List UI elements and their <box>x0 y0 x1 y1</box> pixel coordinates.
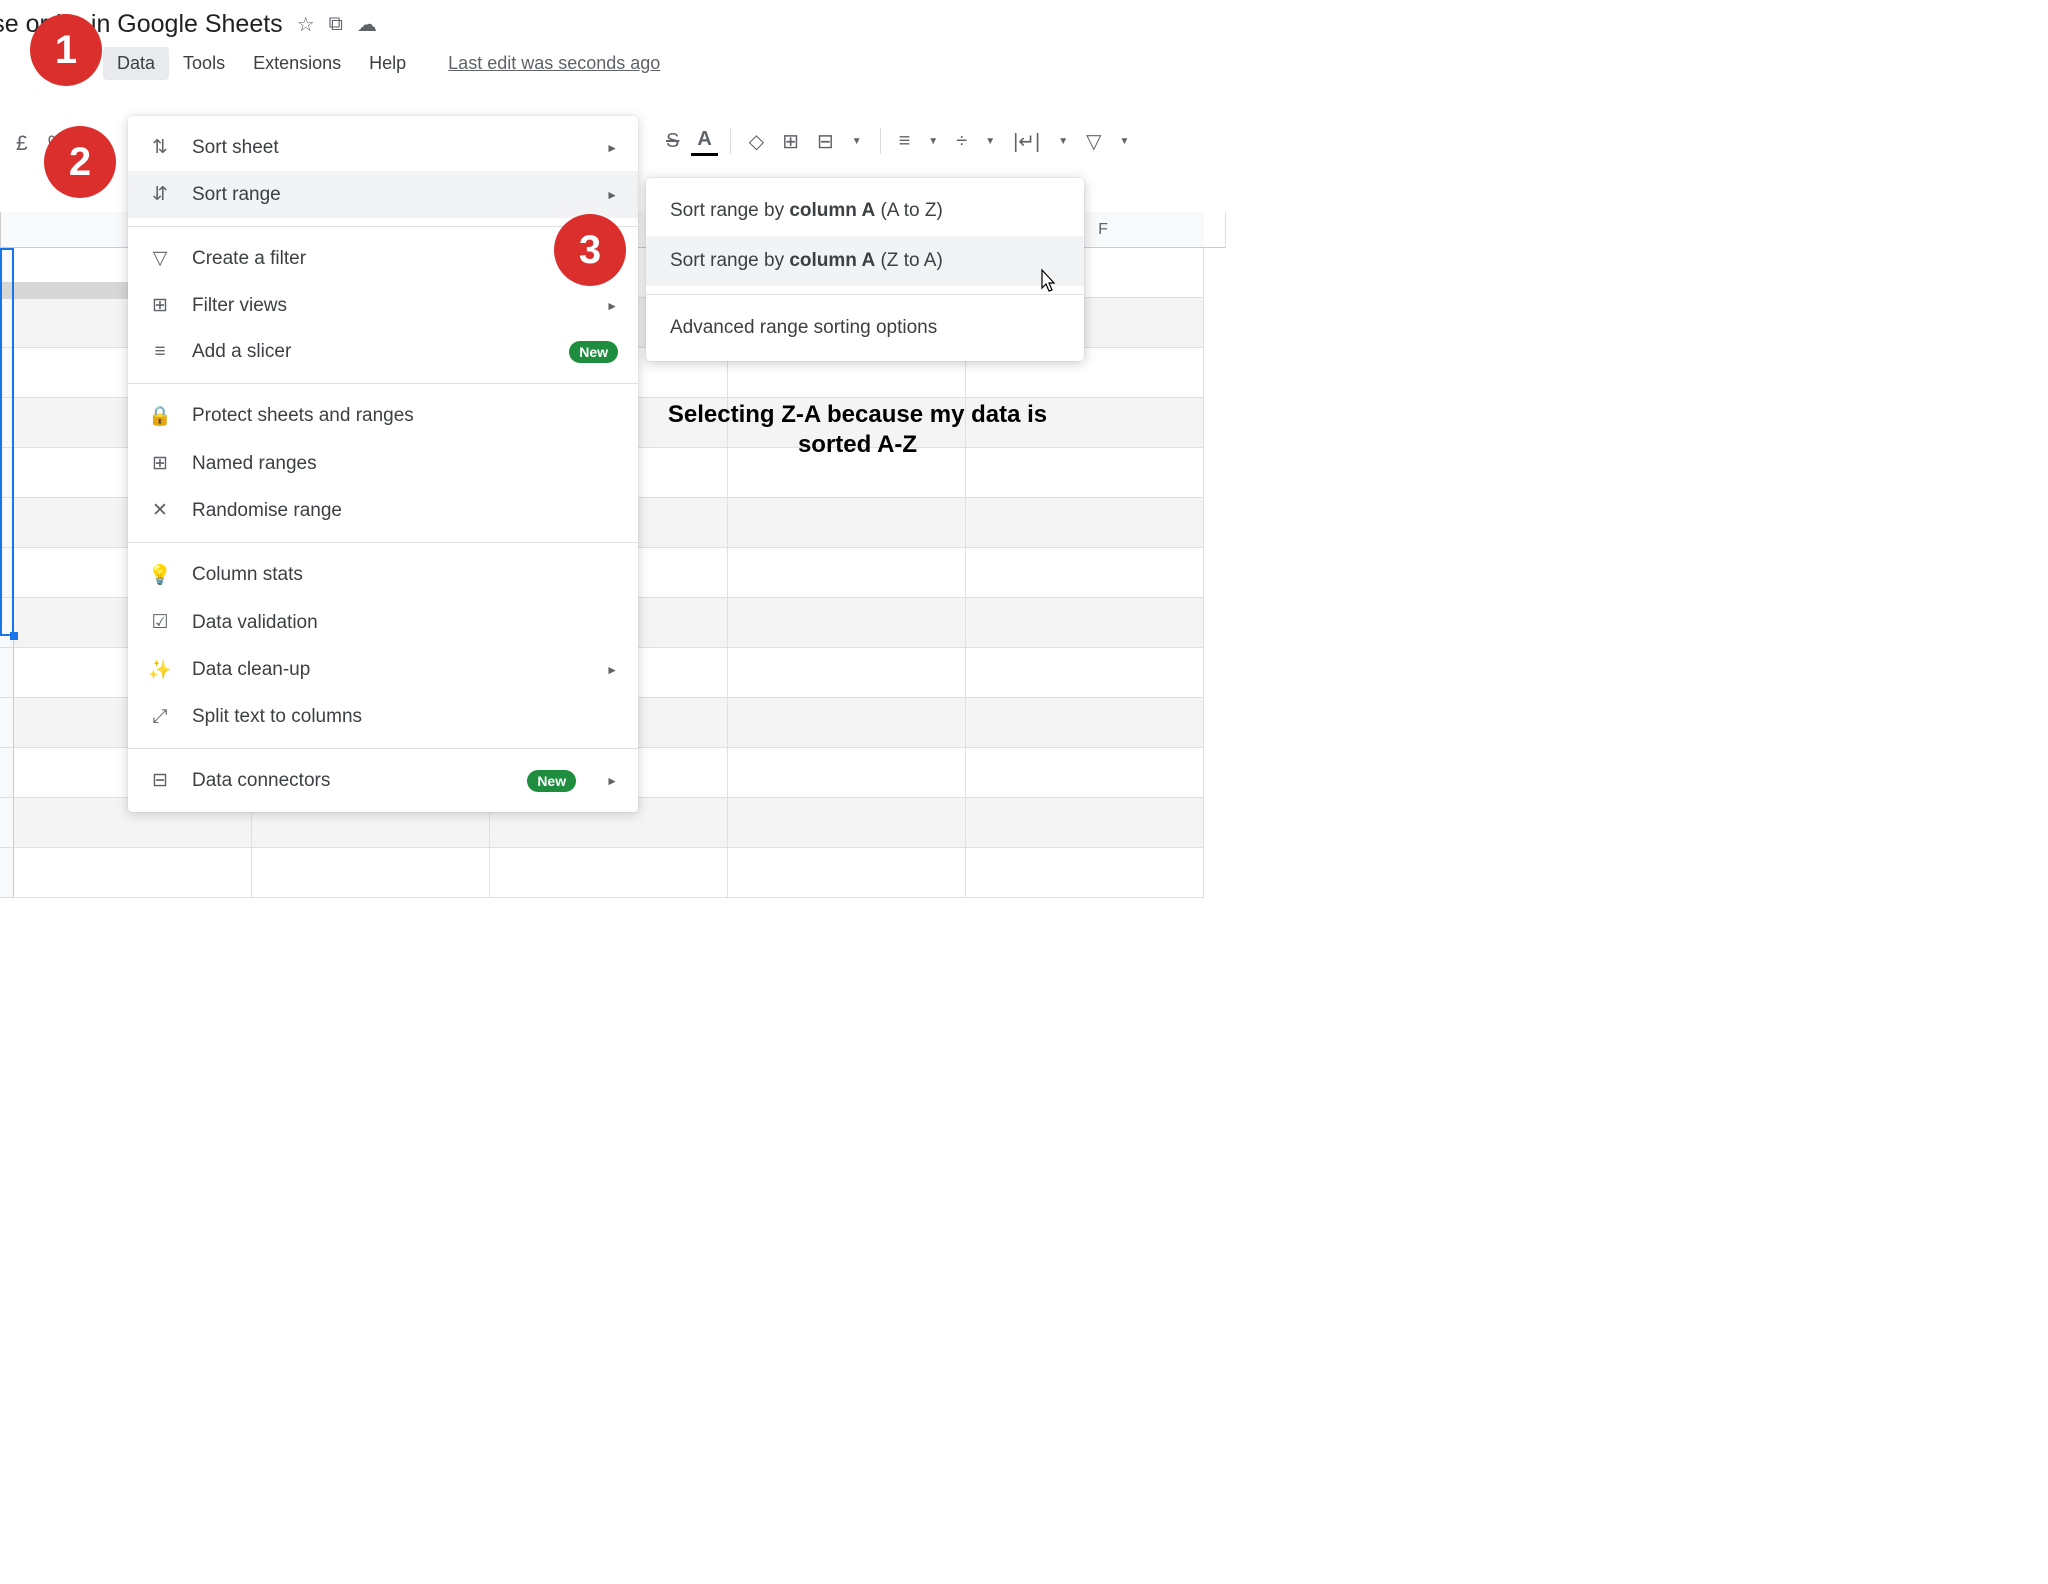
menu-column-stats[interactable]: 💡 Column stats <box>128 551 638 599</box>
submenu-arrow-icon: ► <box>606 141 618 155</box>
menu-label: Filter views <box>192 295 287 317</box>
menu-sort-sheet[interactable]: ⇅ Sort sheet ► <box>128 124 638 171</box>
menu-help[interactable]: Help <box>355 47 420 80</box>
submenu-arrow-icon: ► <box>606 188 618 202</box>
dropdown-caret-icon[interactable]: ▼ <box>922 134 944 149</box>
borders-icon[interactable]: ⊞ <box>776 127 805 156</box>
mouse-cursor-icon <box>1036 268 1060 303</box>
menu-separator <box>128 383 638 384</box>
menu-label: Data validation <box>192 612 318 634</box>
move-folder-icon[interactable]: ⧉ <box>329 13 343 36</box>
menu-label: Sort sheet <box>192 137 279 159</box>
validation-icon: ☑ <box>148 611 172 634</box>
split-text-icon: ⤢ <box>148 706 172 728</box>
submenu-sort-a-to-z[interactable]: Sort range by column A (A to Z) <box>646 186 1084 236</box>
formatting-toolbar: S A ◇ ⊞ ⊟ ▼ ≡ ▼ ÷ ▼ |↵| ▼ ▽ ▼ <box>660 126 1135 156</box>
menu-named-ranges[interactable]: ⊞ Named ranges <box>128 440 638 487</box>
selection-outline <box>0 248 14 636</box>
selected-range-background <box>0 282 140 299</box>
step-marker-2: 2 <box>44 126 116 198</box>
text-wrap-icon[interactable]: |↵| <box>1007 127 1046 156</box>
menu-tools[interactable]: Tools <box>169 47 239 80</box>
dropdown-caret-icon[interactable]: ▼ <box>1052 134 1074 149</box>
menu-extensions[interactable]: Extensions <box>239 47 355 80</box>
menu-randomise-range[interactable]: ✕ Randomise range <box>128 487 638 534</box>
filter-icon: ▽ <box>148 247 172 270</box>
slicer-icon: ≡ <box>148 341 172 363</box>
submenu-sort-z-to-a[interactable]: Sort range by column A (Z to A) <box>646 236 1084 286</box>
menu-label: Split text to columns <box>192 706 362 728</box>
menu-label: Add a slicer <box>192 341 291 363</box>
menu-separator <box>646 294 1084 295</box>
menu-format-partial[interactable]: t <box>0 47 13 80</box>
menu-label: Named ranges <box>192 453 317 475</box>
cleanup-icon: ✨ <box>148 658 172 682</box>
menu-label: Data connectors <box>192 770 330 792</box>
dropdown-caret-icon[interactable]: ▼ <box>846 134 868 149</box>
new-badge: New <box>527 770 576 792</box>
menu-add-slicer[interactable]: ≡ Add a slicer New <box>128 329 638 375</box>
menu-label: Sort range <box>192 184 281 206</box>
database-icon: ⊟ <box>148 769 172 792</box>
strikethrough-icon[interactable]: S <box>660 128 685 155</box>
data-menu-dropdown: ⇅ Sort sheet ► ⇵ Sort range ► ▽ Create a… <box>128 116 638 812</box>
submenu-arrow-icon: ► <box>606 774 618 788</box>
text-rotation-icon[interactable]: ▽ <box>1080 127 1107 156</box>
cloud-status-icon[interactable]: ☁ <box>357 12 377 37</box>
menu-label: Data clean-up <box>192 659 310 681</box>
vertical-align-icon[interactable]: ÷ <box>950 128 973 155</box>
menu-sort-range[interactable]: ⇵ Sort range ► <box>128 171 638 218</box>
sort-range-submenu: Sort range by column A (A to Z) Sort ran… <box>646 178 1084 361</box>
menu-split-text[interactable]: ⤢ Split text to columns <box>128 694 638 740</box>
menu-data-validation[interactable]: ☑ Data validation <box>128 599 638 646</box>
fill-color-icon[interactable]: ◇ <box>743 127 770 156</box>
menu-data[interactable]: Data <box>103 47 169 80</box>
horizontal-align-icon[interactable]: ≡ <box>893 128 917 155</box>
star-icon[interactable]: ☆ <box>297 12 315 37</box>
submenu-advanced-sorting[interactable]: Advanced range sorting options <box>646 303 1084 353</box>
lightbulb-icon: 💡 <box>148 563 172 587</box>
menu-label: Column stats <box>192 564 303 586</box>
menu-protect-sheets[interactable]: 🔒 Protect sheets and ranges <box>128 392 638 440</box>
selection-handle[interactable] <box>10 632 18 640</box>
text-color-icon[interactable]: A <box>691 126 717 156</box>
dropdown-caret-icon[interactable]: ▼ <box>979 134 1001 149</box>
named-ranges-icon: ⊞ <box>148 452 172 475</box>
menu-label: Create a filter <box>192 248 306 270</box>
menu-separator <box>128 542 638 543</box>
menu-label: Advanced range sorting options <box>670 317 937 338</box>
sort-range-icon: ⇵ <box>148 183 172 206</box>
randomise-icon: ✕ <box>148 499 172 522</box>
dropdown-caret-icon[interactable]: ▼ <box>1114 134 1136 149</box>
currency-icon[interactable]: £ <box>10 128 34 160</box>
new-badge: New <box>569 341 618 363</box>
submenu-arrow-icon: ► <box>606 299 618 313</box>
menu-separator <box>128 748 638 749</box>
sort-sheet-icon: ⇅ <box>148 136 172 159</box>
menu-label: Protect sheets and ranges <box>192 405 414 427</box>
lock-icon: 🔒 <box>148 404 172 428</box>
menu-data-connectors[interactable]: ⊟ Data connectors New ► <box>128 757 638 804</box>
menu-data-cleanup[interactable]: ✨ Data clean-up ► <box>128 646 638 694</box>
step-marker-3: 3 <box>554 214 626 286</box>
merge-cells-icon[interactable]: ⊟ <box>811 127 840 156</box>
submenu-arrow-icon: ► <box>606 663 618 677</box>
toolbar-divider <box>730 128 731 154</box>
step-marker-1: 1 <box>30 14 102 86</box>
menu-filter-views[interactable]: ⊞ Filter views ► <box>128 282 638 329</box>
annotation-text: Selecting Z-A because my data is sorted … <box>660 400 1055 460</box>
filter-views-icon: ⊞ <box>148 294 172 317</box>
menu-label: Randomise range <box>192 500 342 522</box>
toolbar-divider <box>880 128 881 154</box>
last-edit-link[interactable]: Last edit was seconds ago <box>448 53 660 74</box>
